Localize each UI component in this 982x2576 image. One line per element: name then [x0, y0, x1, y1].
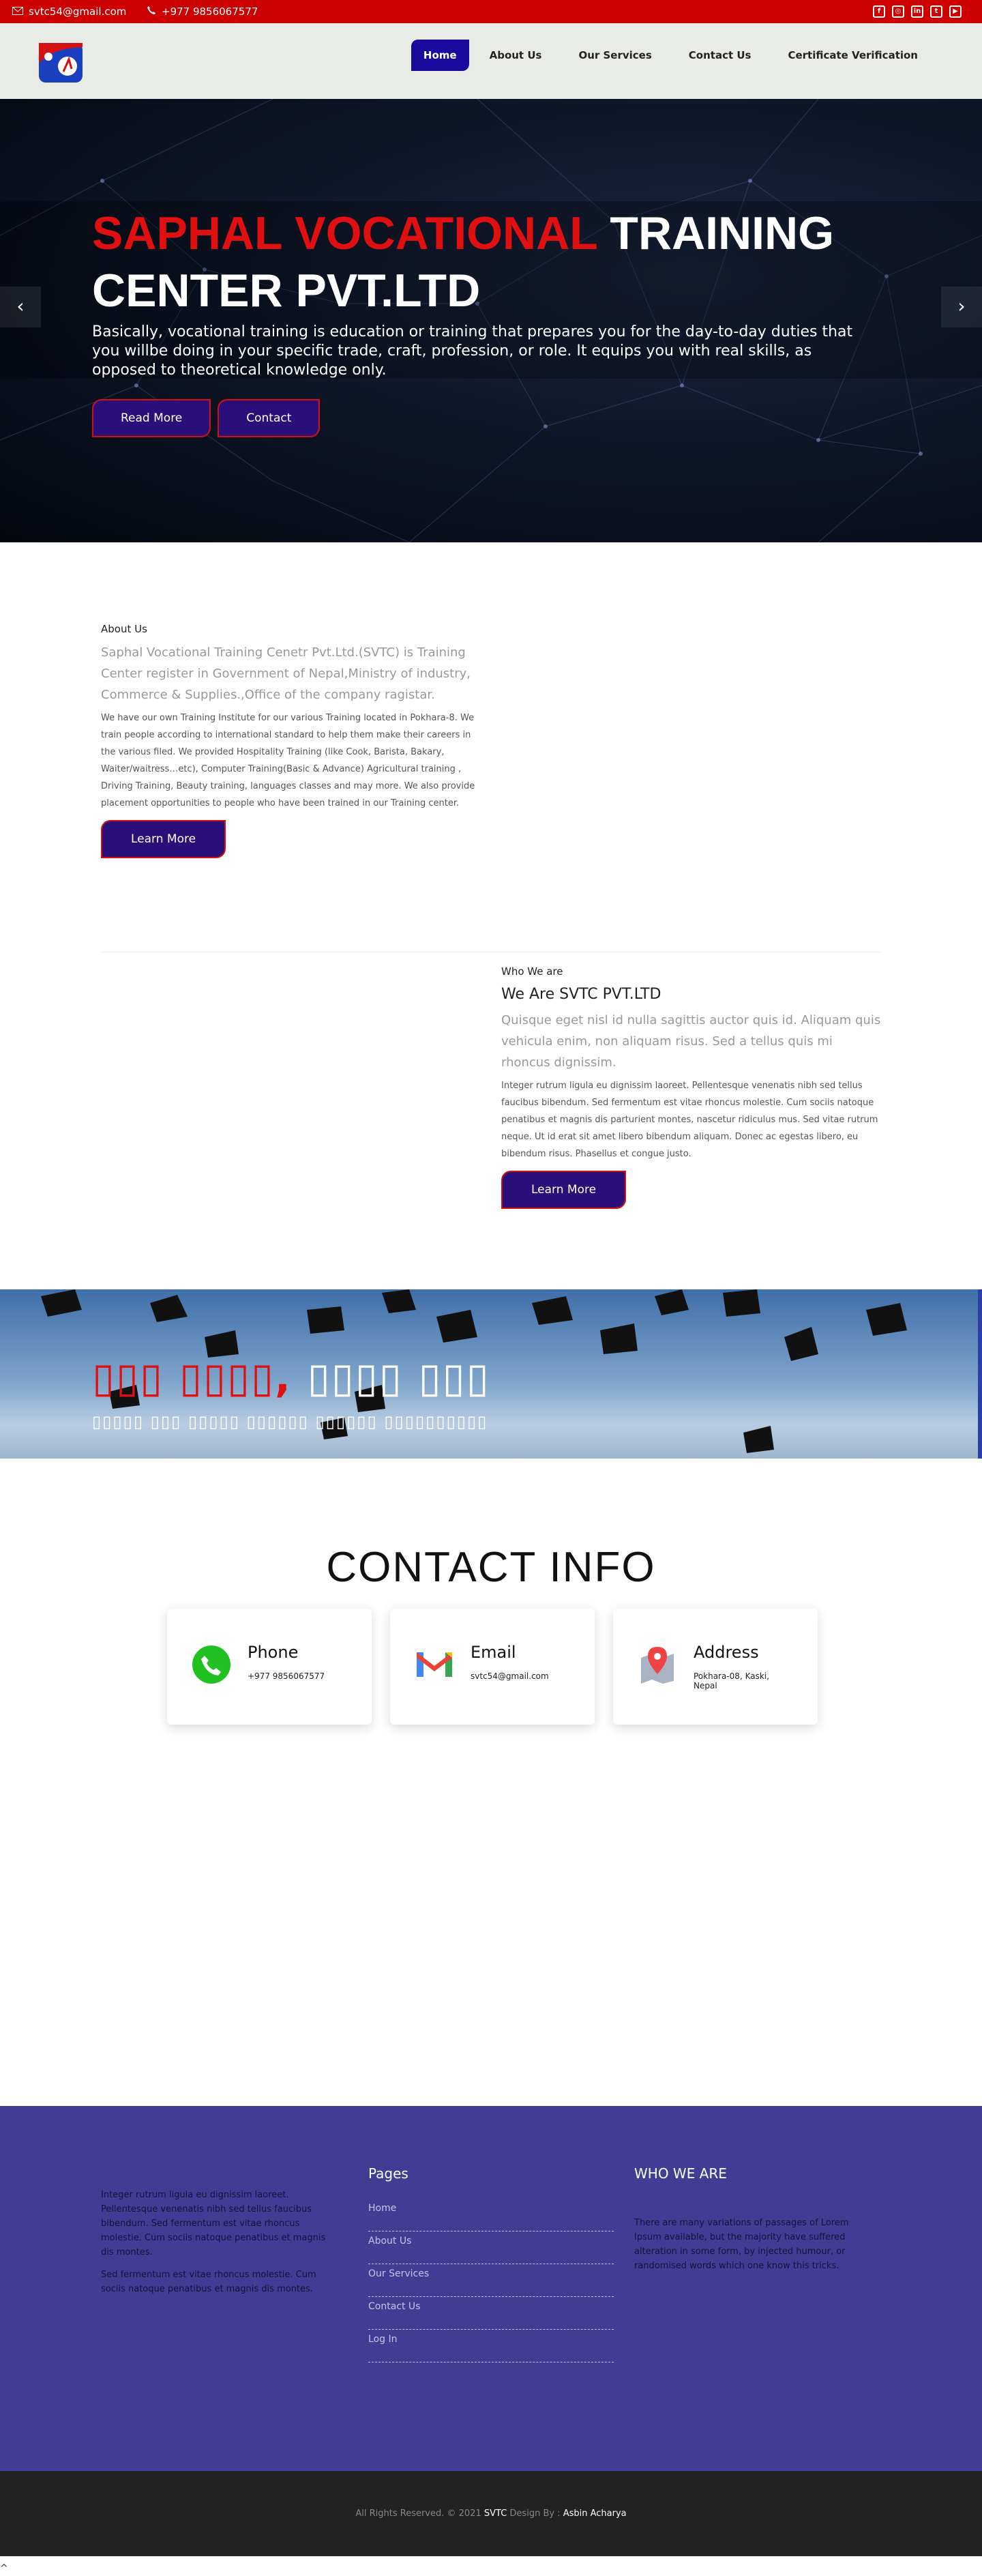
footer-link-home[interactable]: Home — [368, 2199, 614, 2231]
footer-link-contact-us[interactable]: Contact Us — [368, 2297, 614, 2330]
topbar-email[interactable]: svtc54@gmail.com — [12, 5, 126, 18]
svtc-logo[interactable] — [38, 42, 84, 84]
nav-item-our-services[interactable]: Our Services — [562, 41, 668, 70]
address-card-title: Address — [694, 1643, 759, 1662]
email-card-title: Email — [471, 1643, 516, 1662]
footer-pages-list: Home About Us Our Services Contact Us Lo… — [368, 2199, 614, 2362]
envelope-icon — [12, 5, 23, 18]
nav-item-contact-us[interactable]: Contact Us — [672, 41, 768, 70]
phone-card-title: Phone — [248, 1643, 299, 1662]
contact-info-title: CONTACT INFO — [326, 1544, 656, 1591]
who-lead: Quisque eget nisl id nulla sagittis auct… — [501, 1013, 881, 1070]
map-pin-icon — [637, 1644, 678, 1685]
nav-item-certificate-verification[interactable]: Certificate Verification — [771, 41, 934, 70]
main-navbar: Home About Us Our Services Contact Us Ce… — [0, 23, 982, 99]
topbar-phone-text: +977 9856067577 — [162, 5, 258, 18]
about-body: We have our own Training Institute for o… — [101, 713, 475, 808]
topbar-email-text: svtc54@gmail.com — [29, 5, 127, 18]
nav-item-home[interactable]: Home — [411, 40, 469, 71]
banner-headline-white: ▯▯▯▯ ▯▯▯ — [307, 1354, 490, 1402]
footer-who-text: There are many variations of passages of… — [634, 2218, 849, 2271]
footer-who-title: WHO WE ARE — [634, 2165, 727, 2182]
hero-title: SAPHAL VOCATIONAL TRAINING CENTER PVT.LT… — [92, 205, 876, 319]
who-title: We Are SVTC PVT.LTD — [501, 986, 661, 1003]
top-bar: svtc54@gmail.com +977 9856067577 f ◎ in … — [0, 0, 982, 23]
banner-headline: ▯▯▯ ▯▯▯▯, ▯▯▯▯ ▯▯▯ — [92, 1354, 490, 1402]
about-section: About Us Saphal Vocational Training Cene… — [101, 623, 483, 858]
nav-menu: Home About Us Our Services Contact Us Ce… — [411, 40, 934, 71]
about-learn-more-button[interactable]: Learn More — [101, 820, 226, 858]
footer-about: Integer rutrum ligula eu dignissim laore… — [101, 2188, 340, 2296]
banner-edge — [978, 1289, 982, 1459]
footer-who-we-are: WHO WE ARE There are many variations of … — [634, 2165, 859, 2273]
address-card[interactable]: Address Pokhara-08, Kaski, Nepal — [613, 1609, 818, 1725]
email-card-value: svtc54@gmail.com — [471, 1671, 549, 1681]
hero-description: Basically, vocational training is educat… — [92, 323, 853, 379]
hero-buttons: Read More Contact — [92, 399, 321, 437]
hero-title-red: SAPHAL VOCATIONAL — [92, 207, 597, 259]
hero-slider: SAPHAL VOCATIONAL TRAINING CENTER PVT.LT… — [0, 99, 982, 542]
copyright-prefix: All Rights Reserved. © 2021 — [355, 2508, 481, 2519]
linkedin-icon[interactable]: in — [911, 5, 923, 18]
facebook-icon[interactable]: f — [873, 5, 885, 18]
contact-button[interactable]: Contact — [218, 399, 321, 437]
who-we-are-section: Who We are We Are SVTC PVT.LTD Quisque e… — [501, 965, 883, 1209]
instagram-icon[interactable]: ◎ — [892, 5, 904, 18]
banner-headline-red: ▯▯▯ ▯▯▯▯, — [92, 1354, 292, 1402]
back-to-top-icon[interactable]: ^ — [0, 2563, 8, 2574]
banner-subline: ▯▯▯▯▯ ▯▯▯ ▯▯▯▯▯ ▯▯▯▯▯▯ ▯▯▯▯▯▯ ▯▯▯▯▯▯▯▯▯▯ — [92, 1412, 488, 1431]
address-card-value: Pokhara-08, Kaski, Nepal — [694, 1671, 769, 1690]
who-label: Who We are — [501, 965, 563, 978]
phone-card[interactable]: Phone +977 9856067577 — [167, 1609, 372, 1725]
footer-about-p1: Integer rutrum ligula eu dignissim laore… — [101, 2190, 326, 2257]
who-learn-more-button[interactable]: Learn More — [501, 1171, 627, 1209]
footer: Integer rutrum ligula eu dignissim laore… — [0, 2106, 982, 2471]
slider-prev-arrow-icon[interactable]: ‹ — [0, 287, 41, 327]
copyright-designer[interactable]: Asbin Acharya — [563, 2508, 627, 2519]
footer-link-log-in[interactable]: Log In — [368, 2330, 614, 2362]
footer-link-our-services[interactable]: Our Services — [368, 2264, 614, 2297]
phone-icon — [191, 1644, 232, 1685]
slider-next-arrow-icon[interactable]: › — [941, 287, 982, 327]
contact-cards: Phone +977 9856067577 Email svtc54@gmail… — [167, 1609, 818, 1725]
who-body: Integer rutrum ligula eu dignissim laore… — [501, 1081, 878, 1159]
about-label: About Us — [101, 623, 147, 635]
copyright-bar: All Rights Reserved. © 2021 SVTC Design … — [0, 2471, 982, 2556]
email-card[interactable]: Email svtc54@gmail.com — [390, 1609, 595, 1725]
topbar-phone[interactable]: +977 9856067577 — [147, 5, 258, 18]
read-more-button[interactable]: Read More — [92, 399, 211, 437]
social-links: f ◎ in t ▶ — [873, 5, 962, 18]
graduation-banner: ▯▯▯ ▯▯▯▯, ▯▯▯▯ ▯▯▯ ▯▯▯▯▯ ▯▯▯ ▯▯▯▯▯ ▯▯▯▯▯… — [0, 1289, 982, 1459]
copyright-brand[interactable]: SVTC — [484, 2508, 507, 2519]
nav-item-about-us[interactable]: About Us — [473, 41, 559, 70]
phone-icon — [147, 5, 156, 18]
gmail-icon — [414, 1644, 455, 1685]
footer-pages-title: Pages — [368, 2165, 408, 2182]
footer-about-p2: Sed fermentum est vitae rhoncus molestie… — [101, 2270, 316, 2294]
footer-link-about-us[interactable]: About Us — [368, 2231, 614, 2264]
copyright-design-by: Design By : — [509, 2508, 561, 2519]
about-lead: Saphal Vocational Training Cenetr Pvt.Lt… — [101, 645, 471, 702]
phone-card-value: +977 9856067577 — [248, 1671, 325, 1681]
twitter-icon[interactable]: t — [930, 5, 942, 18]
youtube-icon[interactable]: ▶ — [949, 5, 962, 18]
footer-pages: Pages Home About Us Our Services Contact… — [368, 2165, 614, 2362]
